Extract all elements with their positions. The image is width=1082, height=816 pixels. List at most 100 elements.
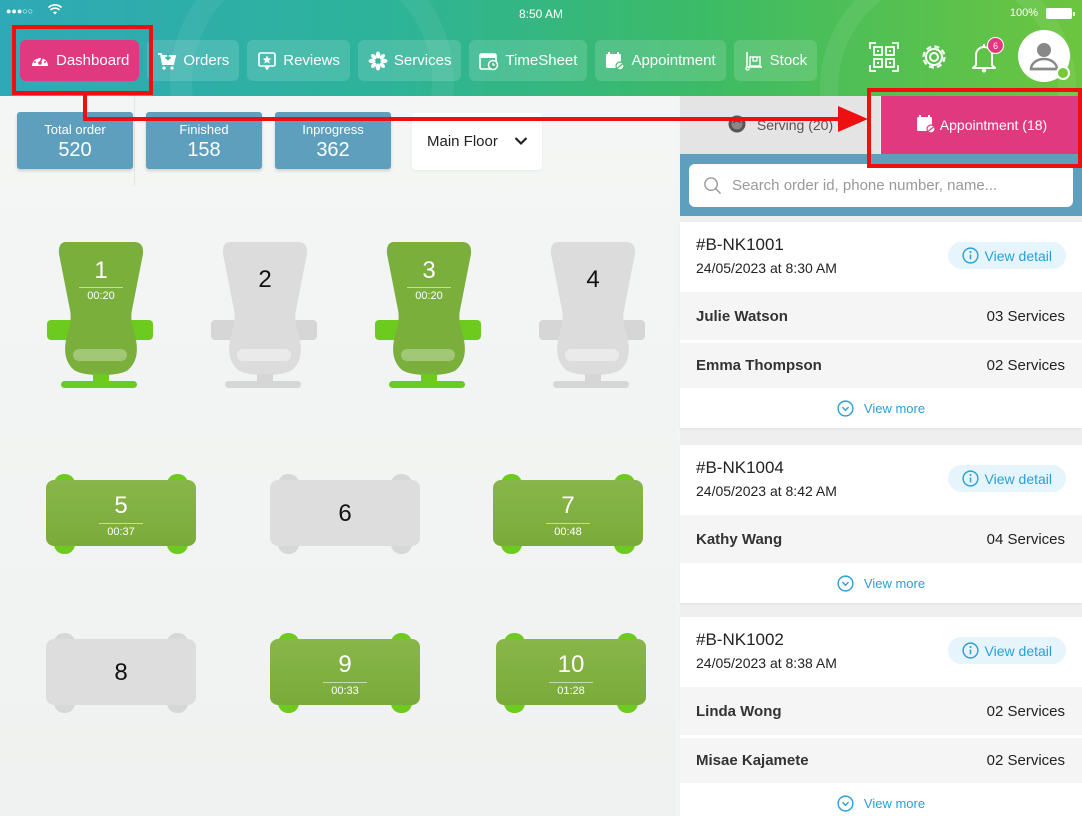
order-date: 24/05/2023 at 8:38 AM [696,655,837,671]
chevron-down-icon [514,133,528,150]
search-input[interactable] [732,177,1052,194]
customer-list: Linda Wong 02 Services Misae Kajamete 02 Se… [680,687,1082,783]
customer-name: Linda Wong [696,702,782,720]
chair-number: 4 [586,266,600,293]
view-detail-label: View detail [984,247,1052,264]
view-detail-button[interactable]: View detail [947,465,1066,492]
search-icon [704,177,722,195]
nav-appointment[interactable]: Appointment [595,40,726,81]
battery-percent: 100% [1009,7,1038,19]
chair-shape [539,242,645,388]
view-more-button[interactable]: View more [680,388,1082,428]
separator [407,287,451,288]
table-number: 10 [557,651,585,678]
table-body: 7 00:48 [493,480,643,546]
stat-inprogress[interactable]: Inprogress 362 [275,112,391,169]
search-box[interactable] [689,164,1073,207]
divider [134,96,135,186]
battery-icon [1046,8,1075,19]
info-icon [961,642,979,659]
bell-icon[interactable]: 6 [968,37,1004,73]
serving-person-icon [727,114,747,137]
table-10[interactable]: 10 01:28 [496,633,646,713]
table-body: 8 [46,639,196,705]
view-more-button[interactable]: View more [680,563,1082,603]
chevron-down-circle-icon [837,399,854,417]
service-count: 02 Services [986,702,1065,720]
tab-serving[interactable]: Serving (20) [680,96,880,154]
customer-row[interactable]: Kathy Wang 04 Services [680,515,1082,563]
chair-shape [211,242,317,388]
chair-number: 1 [94,257,108,284]
stat-value: 520 [58,139,92,161]
star-review-icon [257,51,277,71]
nav-reviews-label: Reviews [283,52,340,69]
chair-3[interactable]: 3 00:20 [374,240,484,390]
customer-row[interactable]: Emma Thompson 02 Services [680,340,1082,388]
nav-dashboard[interactable]: Dashboard [20,40,140,81]
avatar-icon [1029,43,1059,71]
order-date: 24/05/2023 at 8:42 AM [696,483,837,499]
order-id: #B-NK1001 [696,235,784,254]
dashboard-gauge-icon [30,51,50,71]
nav-services-label: Services [393,52,452,69]
table-number: 6 [338,500,352,527]
clock: 8:50 AM [518,7,564,21]
tab-appointment-label: Appointment (18) [939,117,1048,133]
main-nav: Dashboard Orders Reviews Services TimeSh… [20,40,818,81]
customer-row[interactable]: Misae Kajamete 02 Services [680,735,1082,783]
customer-row[interactable]: Linda Wong 02 Services [680,687,1082,735]
view-detail-label: View detail [984,642,1052,659]
table-body: 10 01:28 [496,639,646,705]
table-5[interactable]: 5 00:37 [46,474,196,554]
chair-2[interactable]: 2 [210,240,320,390]
table-timer: 00:48 [554,526,582,538]
notification-badge: 6 [987,37,1004,54]
chair-timer: 00:20 [415,290,443,302]
view-more-button[interactable]: View more [680,783,1082,816]
stat-total-order[interactable]: Total order 520 [17,112,133,169]
calendar-clock-icon [479,51,499,71]
view-detail-button[interactable]: View detail [947,242,1066,269]
customer-row[interactable]: Julie Watson 03 Services [680,292,1082,340]
table-body: 9 00:33 [270,639,420,705]
order-card: #B-NK1001 24/05/2023 at 8:30 AM View detai… [680,222,1082,428]
separator [549,682,593,683]
order-header: #B-NK1004 24/05/2023 at 8:42 AM View detai… [680,445,1082,515]
gear-icon[interactable] [918,41,950,73]
separator [79,287,123,288]
stat-label: Finished [179,122,229,137]
nav-services[interactable]: Services [357,40,462,81]
table-6[interactable]: 6 [270,474,420,554]
floor-select[interactable]: Main Floor [412,113,542,170]
customer-list: Kathy Wang 04 Services [680,515,1082,563]
nav-orders[interactable]: Orders [147,40,240,81]
order-header: #B-NK1001 24/05/2023 at 8:30 AM View detai… [680,222,1082,292]
tab-appointment[interactable]: Appointment (18) [881,96,1082,154]
view-detail-label: View detail [984,470,1052,487]
calendar-icon [605,51,626,71]
view-detail-button[interactable]: View detail [947,637,1066,664]
view-more-label: View more [863,400,926,416]
floor-select-value: Main Floor [427,133,498,150]
qr-code-icon[interactable] [868,41,900,73]
nav-appointment-label: Appointment [631,52,716,69]
table-8[interactable]: 8 [46,633,196,713]
table-number: 5 [114,492,128,519]
chair-4[interactable]: 4 [538,240,648,390]
stat-value: 362 [316,139,350,161]
nav-reviews[interactable]: Reviews [247,40,350,81]
separator [546,523,590,524]
avatar[interactable] [1018,30,1070,82]
status-bar: ●●●○○ 8:50 AM 100% [0,0,1082,26]
nav-stock[interactable]: Stock [733,40,818,81]
info-icon [961,247,979,264]
table-7[interactable]: 7 00:48 [493,474,643,554]
chair-1[interactable]: 1 00:20 [46,240,156,390]
separator [323,682,367,683]
cart-icon [157,51,177,71]
table-timer: 00:37 [107,526,135,538]
table-9[interactable]: 9 00:33 [270,633,420,713]
nav-timesheet[interactable]: TimeSheet [469,40,588,81]
stat-finished[interactable]: Finished 158 [146,112,262,169]
